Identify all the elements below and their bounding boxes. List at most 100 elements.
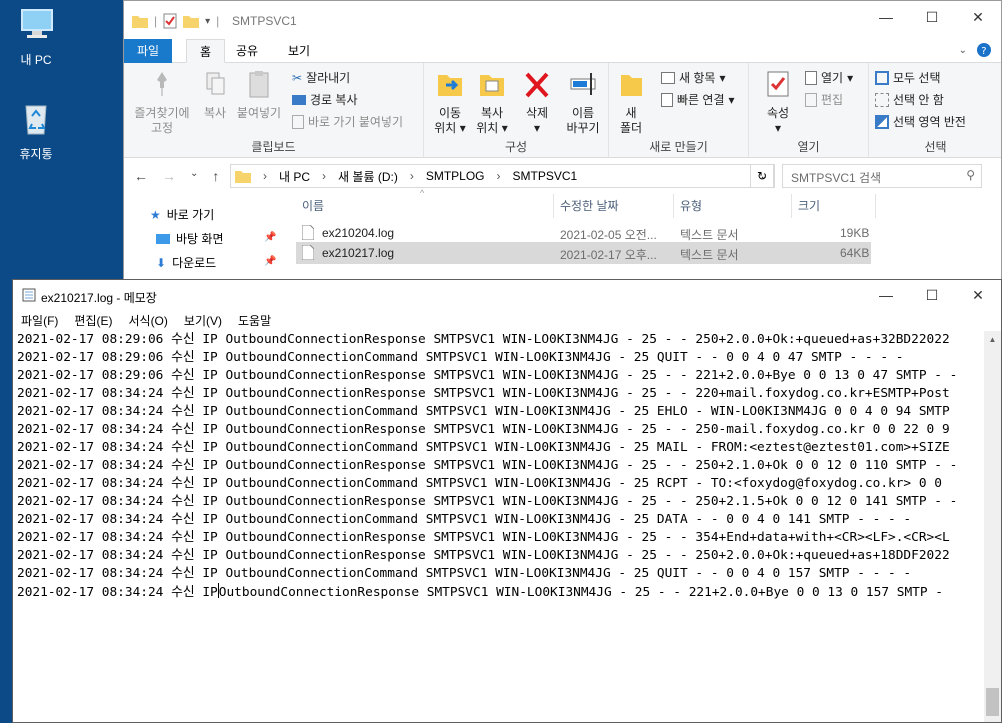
minimize-button[interactable]: — bbox=[863, 280, 909, 310]
move-to-button[interactable]: 이동 위치 ▾ bbox=[430, 69, 470, 136]
tab-view[interactable]: 보기 bbox=[275, 39, 323, 63]
tab-file[interactable]: 파일 bbox=[124, 39, 173, 63]
text-line-current: 2021-02-17 08:34:24 수신 IPOutboundConnect… bbox=[13, 583, 984, 601]
ribbon-group-new: 새 폴더 새 항목 ▾ 빠른 연결 ▾ 새로 만들기 bbox=[609, 63, 749, 158]
tab-home[interactable]: 홈 bbox=[186, 39, 226, 63]
group-label-new: 새로 만들기 bbox=[649, 140, 708, 154]
cut-label: 잘라내기 bbox=[306, 71, 351, 85]
file-row[interactable]: ex210217.log 2021-02-17 오후... 텍스트 문서 64K… bbox=[296, 242, 871, 264]
rename-button[interactable]: 이름 바꾸기 bbox=[562, 69, 604, 136]
open-button[interactable]: 열기 ▾ bbox=[805, 69, 853, 86]
text-editor[interactable]: 2021-02-17 08:29:06 수신 IP OutboundConnec… bbox=[13, 331, 984, 722]
close-button[interactable]: ✕ bbox=[955, 1, 1001, 33]
pin-icon[interactable]: 📌 bbox=[264, 256, 276, 267]
folder-icon bbox=[132, 16, 148, 28]
column-header-date[interactable]: 수정한 날짜 bbox=[554, 194, 674, 218]
text-line: 2021-02-17 08:29:06 수신 IP OutboundConnec… bbox=[17, 350, 904, 365]
column-header-size[interactable]: 크기 bbox=[792, 194, 876, 218]
recent-chevron-icon[interactable]: ⌄ bbox=[190, 168, 198, 184]
copy-icon bbox=[198, 69, 232, 103]
paste-button[interactable]: 붙여넣기 bbox=[234, 69, 284, 121]
nav-label: 바로 가기 bbox=[166, 208, 215, 222]
new-folder-icon[interactable] bbox=[183, 14, 200, 28]
back-arrow-icon[interactable]: ← bbox=[134, 168, 148, 184]
refresh-button[interactable]: ↻ bbox=[750, 164, 774, 188]
close-button[interactable]: ✕ bbox=[955, 280, 1001, 310]
vertical-scrollbar[interactable]: ▲ bbox=[984, 331, 1001, 722]
menu-edit[interactable]: 편집(E) bbox=[66, 310, 120, 330]
file-name: ex210217.log bbox=[322, 246, 395, 260]
desktop-icon-this-pc[interactable]: 내 PC bbox=[0, 4, 72, 68]
nav-item-quick-access[interactable]: ★ 바로 가기 bbox=[150, 206, 214, 223]
breadcrumb-this-pc[interactable]: 내 PC bbox=[279, 168, 310, 185]
text-file-icon bbox=[301, 244, 315, 263]
forward-arrow-icon[interactable]: → bbox=[162, 168, 176, 184]
notepad-window: ex210217.log - 메모장 — ☐ ✕ 파일(F) 편집(E) 서식(… bbox=[12, 279, 1002, 723]
menu-bar: 파일(F) 편집(E) 서식(O) 보기(V) 도움말 bbox=[13, 310, 1001, 330]
maximize-button[interactable]: ☐ bbox=[909, 280, 955, 310]
nav-arrows: ← → ⌄ ↑ bbox=[134, 168, 219, 184]
menu-help[interactable]: 도움말 bbox=[230, 310, 279, 330]
menu-file[interactable]: 파일(F) bbox=[13, 310, 66, 330]
copy-path-button[interactable]: 경로 복사 bbox=[292, 91, 358, 108]
text-line: 2021-02-17 08:34:24 수신 IP OutboundConnec… bbox=[17, 440, 950, 455]
customize-qat-chevron-icon[interactable]: ▾ bbox=[205, 16, 210, 27]
breadcrumb-volume[interactable]: 새 볼륨 (D:) bbox=[338, 168, 398, 185]
pin-icon[interactable]: 📌 bbox=[264, 232, 276, 243]
easy-access-label: 빠른 연결 bbox=[677, 93, 725, 107]
edit-icon bbox=[805, 92, 817, 107]
edit-button[interactable]: 편집 bbox=[805, 91, 843, 108]
text-line: 2021-02-17 08:34:24 수신 IP OutboundConnec… bbox=[17, 566, 912, 581]
expand-ribbon-chevron-icon[interactable]: ⌄ bbox=[959, 45, 967, 56]
text-file-icon bbox=[301, 224, 315, 243]
file-date: 2021-02-17 오후... bbox=[560, 248, 657, 262]
easy-access-button[interactable]: 빠른 연결 ▾ bbox=[661, 91, 735, 108]
select-none-button[interactable]: 선택 안 함 bbox=[875, 91, 944, 108]
properties-chevron-icon: ▾ bbox=[774, 121, 782, 135]
file-type: 텍스트 문서 bbox=[680, 248, 739, 262]
properties-big-icon bbox=[761, 69, 795, 103]
new-item-button[interactable]: 새 항목 ▾ bbox=[661, 69, 726, 86]
copy-to-button[interactable]: 복사 위치 ▾ bbox=[472, 69, 512, 136]
scrollbar-thumb[interactable] bbox=[986, 688, 999, 716]
invert-selection-button[interactable]: 선택 영역 반전 bbox=[875, 113, 966, 130]
search-input[interactable]: SMTPSVC1 검색 ⚲ bbox=[782, 164, 982, 188]
help-icon[interactable]: ? bbox=[977, 43, 991, 57]
breadcrumb-smtpsvc1[interactable]: SMTPSVC1 bbox=[513, 169, 578, 183]
group-label-select: 선택 bbox=[924, 140, 947, 154]
cut-button[interactable]: ✂ 잘라내기 bbox=[292, 69, 350, 86]
text-line: 2021-02-17 08:34:24 수신 IP OutboundConnec… bbox=[17, 422, 950, 437]
up-arrow-icon[interactable]: ↑ bbox=[212, 168, 219, 184]
properties-button[interactable]: 속성 ▾ bbox=[761, 69, 795, 136]
menu-format[interactable]: 서식(O) bbox=[120, 310, 175, 330]
scroll-up-arrow-icon[interactable]: ▲ bbox=[984, 331, 1001, 348]
rename-label-1: 이름 bbox=[571, 106, 595, 120]
minimize-button[interactable]: — bbox=[863, 1, 909, 33]
maximize-button[interactable]: ☐ bbox=[909, 1, 955, 33]
desktop-icon-recycle-bin[interactable]: 휴지통 bbox=[0, 98, 72, 162]
menu-view[interactable]: 보기(V) bbox=[176, 310, 230, 330]
column-header-name[interactable]: 이름 bbox=[296, 194, 554, 218]
group-label-clipboard: 클립보드 bbox=[251, 140, 296, 154]
text-line: 2021-02-17 08:34:24 수신 IP OutboundConnec… bbox=[17, 404, 950, 419]
pin-quick-access-button[interactable]: 즐겨찾기에 고정 bbox=[130, 69, 194, 136]
paste-shortcut-button[interactable]: 바로 가기 붙여넣기 bbox=[292, 113, 403, 130]
edit-label: 편집 bbox=[821, 93, 844, 107]
properties-icon[interactable] bbox=[163, 13, 177, 29]
breadcrumb-smtplog[interactable]: SMTPLOG bbox=[426, 169, 485, 183]
column-header-type[interactable]: 유형 bbox=[674, 194, 792, 218]
breadcrumb-separator: › bbox=[496, 169, 501, 183]
file-row[interactable]: ex210204.log 2021-02-05 오전... 텍스트 문서 19K… bbox=[296, 222, 871, 244]
file-explorer-window: | ▾ | SMTPSVC1 — ☐ ✕ 파일 홈 공유 보기 ⌄ ? 즐겨찾기… bbox=[123, 0, 1002, 290]
this-pc-icon bbox=[0, 4, 72, 47]
address-bar[interactable]: › 내 PC › 새 볼륨 (D:) › SMTPLOG › SMTPSVC1 … bbox=[230, 164, 775, 188]
select-all-button[interactable]: 모두 선택 bbox=[875, 69, 941, 86]
new-folder-button[interactable]: 새 폴더 bbox=[617, 69, 645, 136]
ribbon-group-select: 모두 선택 선택 안 함 선택 영역 반전 선택 bbox=[869, 63, 1002, 158]
delete-button[interactable]: 삭제 ▾ bbox=[520, 69, 554, 136]
copy-button[interactable]: 복사 bbox=[198, 69, 232, 121]
nav-item-downloads[interactable]: ⬇ 다운로드 bbox=[156, 254, 216, 271]
copy-to-label-2-text: 위치 bbox=[476, 121, 499, 135]
tab-share[interactable]: 공유 bbox=[223, 39, 271, 63]
nav-item-desktop[interactable]: 바탕 화면 bbox=[156, 230, 224, 247]
